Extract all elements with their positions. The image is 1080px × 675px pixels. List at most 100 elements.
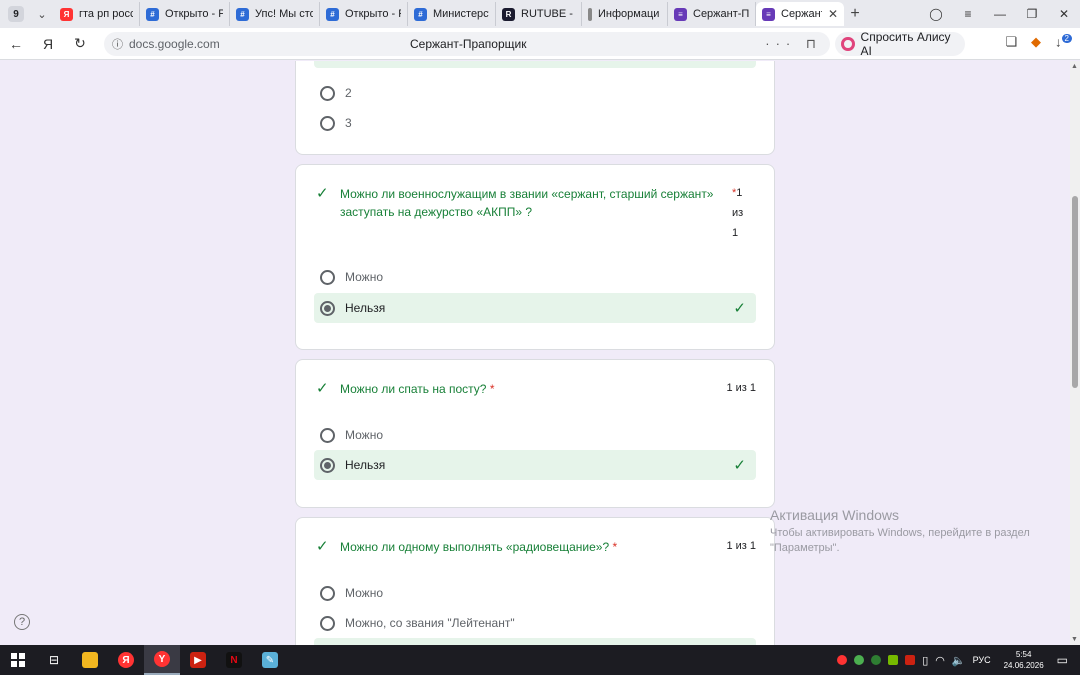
taskbar-app-3[interactable]: ✎: [252, 645, 288, 675]
site-icon: #: [414, 7, 427, 21]
question-text: Можно ли спать на посту? *: [340, 380, 495, 398]
tabs-dropdown-icon[interactable]: ⌄: [30, 8, 54, 21]
option-3[interactable]: 3: [314, 108, 756, 138]
info-icon: [588, 7, 592, 21]
taskbar-app-2[interactable]: N: [216, 645, 252, 675]
tray-app-icon[interactable]: [854, 655, 865, 665]
question-header: ✓ Можно ли спать на посту? *: [316, 380, 756, 398]
radio-selected-icon: [320, 457, 335, 473]
required-asterisk: *: [489, 382, 495, 396]
scroll-up-icon[interactable]: ▲: [1071, 63, 1078, 70]
score-total: 1: [732, 227, 739, 239]
menu-icon[interactable]: ≡: [952, 7, 984, 21]
task-view-button[interactable]: ⊟: [36, 645, 72, 675]
question-label: Можно ли одному выполнять «радиовещание»…: [340, 540, 610, 554]
extension-icon[interactable]: ◆: [1031, 34, 1041, 50]
windows-taskbar: ⊟ Я Y ▶ N ✎ ▯ ◠ 🔈 РУС 5:54 24.06.2026 ▭: [0, 645, 1080, 675]
scrollbar-thumb[interactable]: [1072, 196, 1078, 388]
correct-check-icon: ✓: [733, 300, 746, 317]
question-card-akpp: ✓ Можно ли военнослужащим в звании «серж…: [295, 164, 775, 350]
notepad-icon: ✎: [262, 652, 278, 668]
option-mozhno[interactable]: Можно: [314, 420, 756, 450]
question-text: Можно ли военнослужащим в звании «сержан…: [340, 187, 714, 219]
clock[interactable]: 5:54 24.06.2026: [1004, 649, 1044, 671]
netflix-icon: N: [226, 652, 242, 668]
taskbar-explorer[interactable]: [72, 645, 108, 675]
tab-1[interactable]: # Открыто - Р: [140, 2, 230, 26]
language-indicator[interactable]: РУС: [973, 655, 991, 665]
option-mozhno[interactable]: Можно: [314, 578, 756, 608]
taskbar-yandex[interactable]: Я: [108, 645, 144, 675]
tab-7[interactable]: ≡ Сержант-Пр: [668, 2, 756, 26]
ask-alice-button[interactable]: Спросить Алису AI: [835, 30, 965, 58]
nvidia-icon[interactable]: [888, 655, 899, 665]
yandex-tray-icon[interactable]: [837, 655, 848, 665]
site-info-icon[interactable]: ⓘ: [112, 36, 123, 52]
tab-2[interactable]: # Упс! Мы сто: [230, 2, 320, 26]
tray-app-icon[interactable]: [871, 655, 882, 665]
address-bar[interactable]: ⓘ docs.google.com Сержант-Прапорщик ··· …: [104, 32, 830, 56]
wifi-icon[interactable]: ◠: [935, 654, 945, 667]
tab-title: Сержант: [781, 8, 822, 20]
forms-icon: ≡: [762, 7, 775, 21]
collections-icon[interactable]: ❏: [1005, 34, 1017, 50]
correct-check-icon: ✓: [316, 380, 329, 397]
radio-icon: [320, 585, 335, 601]
back-icon[interactable]: ←: [0, 36, 32, 52]
score: 1 из 1: [726, 540, 756, 552]
reload-icon[interactable]: ↻: [64, 35, 96, 52]
page-scrollbar[interactable]: ▲ ▼: [1070, 61, 1080, 645]
option-mozhno[interactable]: Можно: [314, 262, 756, 292]
tab-title: Министерст: [433, 8, 489, 20]
question-label: Можно ли спать на посту?: [340, 382, 487, 396]
volume-icon[interactable]: 🔈: [952, 654, 966, 667]
help-icon[interactable]: ?: [14, 614, 30, 630]
tab-count-badge[interactable]: 9: [8, 6, 24, 22]
minimize-icon[interactable]: —: [984, 7, 1016, 21]
tab-0[interactable]: Я гта рп росси: [54, 2, 140, 26]
site-icon: #: [326, 7, 339, 21]
profile-icon[interactable]: ◯: [920, 7, 952, 21]
question-header: ✓ Можно ли военнослужащим в звании «серж…: [316, 185, 716, 221]
windows-logo-icon: [11, 653, 25, 667]
option-nelzya-selected[interactable]: Нельзя ✓: [314, 293, 756, 323]
tab-4[interactable]: # Министерст: [408, 2, 496, 26]
url-text: docs.google.com: [129, 37, 220, 51]
close-window-icon[interactable]: ✕: [1048, 7, 1080, 21]
bookmark-icon[interactable]: ··· ⊓: [765, 36, 822, 52]
tray-app-icon[interactable]: [905, 655, 916, 665]
question-header: ✓ Можно ли одному выполнять «радиовещани…: [316, 538, 756, 556]
tab-3[interactable]: # Открыто - Р: [320, 2, 408, 26]
battery-icon[interactable]: ▯: [922, 654, 928, 667]
taskbar-yandex-browser[interactable]: Y: [144, 645, 180, 675]
radio-icon: [320, 615, 335, 631]
tab-title: Сержант-Пр: [693, 8, 749, 20]
option-lieutenant[interactable]: Можно, со звания "Лейтенант": [314, 608, 756, 638]
correct-check-icon: ✓: [733, 457, 746, 474]
option-nelzya-selected[interactable]: Нельзя ✓: [314, 450, 756, 480]
tab-5[interactable]: R RUTUBE - сп: [496, 2, 582, 26]
task-view-icon: ⊟: [48, 653, 60, 667]
score-of: из: [732, 207, 744, 219]
taskbar-app-1[interactable]: ▶: [180, 645, 216, 675]
option-label: 2: [345, 86, 352, 100]
downloads-icon[interactable]: ↓ 2: [1055, 34, 1072, 50]
tab-6[interactable]: Информаци: [582, 2, 668, 26]
yandex-browser-icon: Y: [154, 651, 170, 667]
scroll-down-icon[interactable]: ▼: [1071, 636, 1078, 643]
new-tab-icon[interactable]: +: [844, 5, 866, 23]
yandex-home-icon[interactable]: Я: [32, 36, 64, 52]
question-card-radio: ✓ Можно ли одному выполнять «радиовещани…: [295, 517, 775, 645]
start-button[interactable]: [0, 645, 36, 675]
media-icon: ▶: [190, 652, 206, 668]
notifications-icon[interactable]: ▭: [1057, 653, 1068, 667]
option-2[interactable]: 2: [314, 78, 756, 108]
close-tab-icon[interactable]: ✕: [828, 7, 838, 21]
tab-title: RUTUBE - сп: [521, 8, 575, 20]
rutube-icon: R: [502, 7, 515, 21]
restore-icon[interactable]: ❐: [1016, 7, 1048, 21]
selected-option-highlight: [314, 638, 756, 645]
option-label: Можно: [345, 428, 383, 442]
tab-8-active[interactable]: ≡ Сержант ✕: [756, 2, 844, 26]
radio-selected-icon: [320, 300, 335, 316]
